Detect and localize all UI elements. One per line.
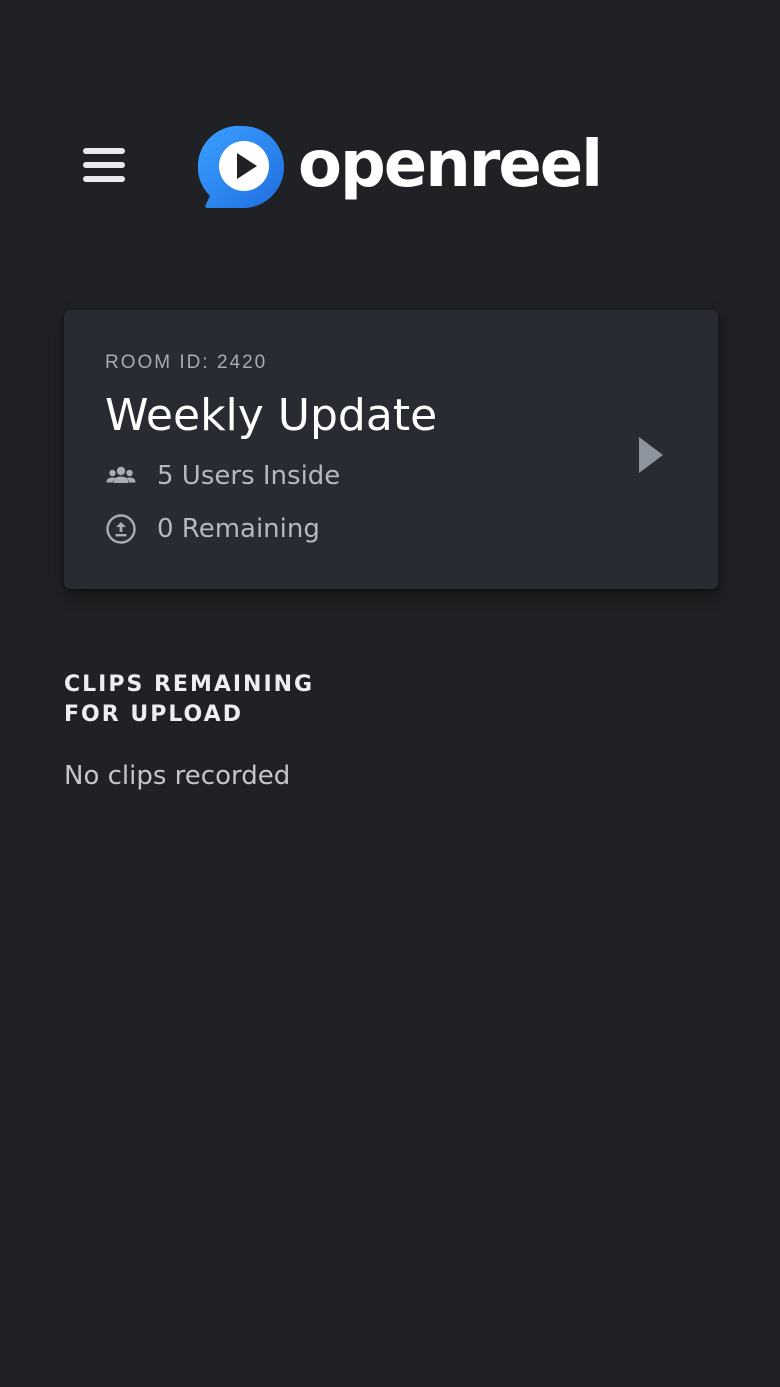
play-bubble-logo-icon [198,125,284,208]
room-card[interactable]: ROOM ID: 2420 Weekly Update 5 Users Insi… [64,310,718,589]
upload-circle-icon [106,514,136,544]
room-title: Weekly Update [105,390,438,441]
hamburger-menu-icon-bar [83,176,125,182]
users-inside-row: 5 Users Inside [105,460,340,492]
hamburger-menu-icon [83,148,125,154]
app-header: openreel [0,0,780,240]
clips-empty-message: No clips recorded [64,761,291,791]
brand-name: openreel [298,128,603,202]
users-inside-text: 5 Users Inside [157,461,341,491]
remaining-text: 0 Remaining [157,514,320,544]
brand-logo: openreel [198,122,603,212]
room-id-label: ROOM ID: 2420 [105,352,268,373]
hamburger-menu-icon-bar [83,162,125,168]
users-group-icon [106,466,136,483]
chevron-right-icon[interactable] [637,435,665,475]
clips-section-heading: CLIPS REMAINING FOR UPLOAD [64,670,364,730]
clips-heading-line1: CLIPS REMAINING [64,672,315,697]
menu-button[interactable] [76,140,132,190]
clips-heading-line2: FOR UPLOAD [64,702,243,727]
remaining-row: 0 Remaining [105,513,320,545]
